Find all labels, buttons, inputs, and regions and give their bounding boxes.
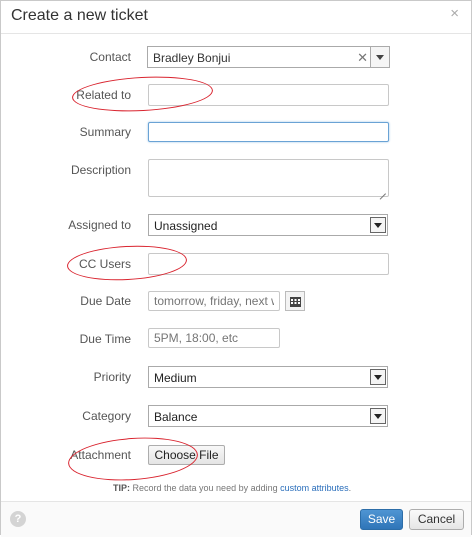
help-icon[interactable]: ? — [10, 511, 26, 527]
description-textarea[interactable] — [148, 159, 389, 197]
category-value: Balance — [154, 410, 198, 424]
priority-select[interactable]: Medium — [148, 366, 388, 388]
tip-prefix: TIP: — [113, 483, 130, 493]
cc-users-label: CC Users — [78, 257, 131, 271]
close-icon[interactable]: × — [450, 5, 459, 22]
due-time-input[interactable] — [148, 328, 280, 348]
summary-label: Summary — [79, 125, 131, 139]
chevron-down-icon[interactable] — [370, 47, 389, 67]
description-label: Description — [70, 163, 131, 177]
clear-icon[interactable]: ✕ — [357, 50, 368, 66]
calendar-icon — [290, 297, 301, 307]
tip-body: Record the data you need by adding — [130, 483, 281, 493]
calendar-button[interactable] — [285, 291, 305, 311]
assigned-to-label: Assigned to — [68, 218, 131, 232]
dialog-footer: ? Save Cancel — [1, 501, 471, 537]
choose-file-button[interactable]: Choose File — [148, 445, 225, 465]
due-time-label: Due Time — [79, 332, 131, 346]
due-date-label: Due Date — [80, 294, 131, 308]
cancel-button[interactable]: Cancel — [409, 509, 464, 530]
contact-label: Contact — [89, 50, 131, 64]
due-date-input[interactable] — [148, 291, 280, 311]
assigned-to-select[interactable]: Unassigned — [148, 214, 388, 236]
summary-input[interactable] — [148, 122, 389, 142]
dialog-title: Create a new ticket — [11, 7, 148, 24]
attachment-label: Attachment — [70, 448, 131, 462]
category-label: Category — [82, 409, 131, 423]
priority-label: Priority — [93, 370, 131, 384]
chevron-down-icon[interactable] — [370, 369, 386, 385]
tip-suffix: . — [348, 483, 352, 493]
tip-text: TIP: Record the data you need by adding … — [113, 483, 351, 493]
related-to-label: Related to — [76, 88, 131, 102]
cc-users-input[interactable] — [148, 253, 389, 275]
category-select[interactable]: Balance — [148, 405, 388, 427]
chevron-down-icon[interactable] — [370, 217, 386, 233]
priority-value: Medium — [154, 371, 197, 385]
assigned-to-value: Unassigned — [154, 219, 218, 233]
custom-attributes-link[interactable]: custom attributes — [280, 483, 349, 493]
contact-value: Bradley Bonjui — [153, 51, 231, 65]
dialog-header: Create a new ticket × — [1, 1, 471, 34]
save-button[interactable]: Save — [360, 509, 403, 530]
create-ticket-dialog: Create a new ticket × Contact Bradley Bo… — [0, 0, 472, 537]
resize-handle-icon[interactable] — [378, 186, 386, 194]
chevron-down-icon[interactable] — [370, 408, 386, 424]
related-to-input[interactable] — [148, 84, 389, 106]
contact-select[interactable]: Bradley Bonjui ✕ — [147, 46, 390, 68]
